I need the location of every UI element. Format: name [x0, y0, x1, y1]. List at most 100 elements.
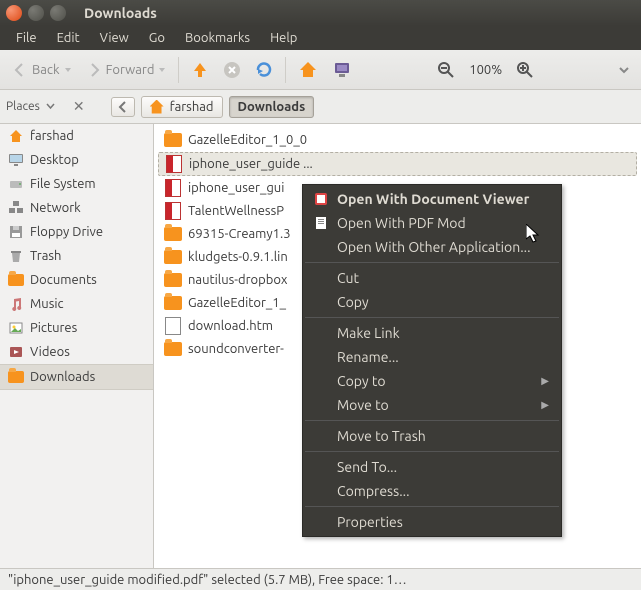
- chevron-down-icon[interactable]: [46, 102, 55, 111]
- path-back-button[interactable]: [111, 97, 135, 117]
- reload-button[interactable]: [249, 56, 279, 84]
- view-mode-dropdown[interactable]: [613, 60, 635, 80]
- toolbar-separator: [178, 57, 179, 83]
- up-button[interactable]: [185, 56, 215, 84]
- sidebar-item-downloads[interactable]: Downloads: [0, 364, 153, 390]
- pdf-icon: [164, 202, 182, 220]
- home-button[interactable]: [292, 55, 324, 85]
- stop-button[interactable]: [217, 56, 247, 84]
- ctx-make-link[interactable]: Make Link: [303, 321, 561, 345]
- sidebar-item-documents[interactable]: Documents: [0, 268, 153, 292]
- sidebar-item-desktop[interactable]: Desktop: [0, 148, 153, 172]
- ctx-send-to[interactable]: Send To...: [303, 455, 561, 479]
- ctx-move-to[interactable]: Move to▶: [303, 393, 561, 417]
- videos-icon: [8, 344, 24, 360]
- chevron-left-icon: [118, 101, 128, 113]
- sidebar-item-videos[interactable]: Videos: [0, 340, 153, 364]
- file-name-label: nautilus-dropbox: [188, 273, 287, 287]
- ctx-cut[interactable]: Cut: [303, 266, 561, 290]
- ctx-separator: [305, 451, 559, 452]
- menu-help[interactable]: Help: [260, 28, 307, 48]
- htm-icon: [164, 317, 182, 335]
- window-maximize-button[interactable]: [50, 5, 66, 21]
- folder-icon: [164, 271, 182, 289]
- menu-go[interactable]: Go: [139, 28, 175, 48]
- menu-bookmarks[interactable]: Bookmarks: [175, 28, 260, 48]
- file-name-label: GazelleEditor_1_: [188, 296, 286, 310]
- sidebar-item-label: Pictures: [30, 321, 77, 335]
- ctx-item-label: Open With Document Viewer: [337, 191, 529, 207]
- ctx-item-label: Compress...: [337, 483, 410, 499]
- sidebar-item-floppy-drive[interactable]: Floppy Drive: [0, 220, 153, 244]
- file-row[interactable]: GazelleEditor_1_0_0: [158, 129, 637, 151]
- sidebar-item-label: Videos: [30, 345, 70, 359]
- ctx-item-label: Properties: [337, 514, 403, 530]
- status-text: "iphone_user_guide modified.pdf" selecte…: [8, 573, 407, 587]
- sidebar-item-label: Desktop: [30, 153, 79, 167]
- back-button[interactable]: Back: [6, 57, 78, 83]
- file-name-label: soundconverter-: [188, 342, 284, 356]
- file-name-label: 69315-Creamy1.3: [188, 227, 291, 241]
- ctx-item-label: Open With PDF Mod: [337, 215, 466, 231]
- downloads-icon: [8, 369, 24, 385]
- sidebar-item-music[interactable]: Music: [0, 292, 153, 316]
- window-minimize-button[interactable]: [28, 5, 44, 21]
- ctx-item-label: Cut: [337, 270, 359, 286]
- ctx-open-with-document-viewer[interactable]: Open With Document Viewer: [303, 187, 561, 211]
- network-icon: [8, 200, 24, 216]
- ctx-copy[interactable]: Copy: [303, 290, 561, 314]
- path-current-label: Downloads: [238, 100, 306, 114]
- sidebar-item-label: farshad: [30, 129, 74, 143]
- pdf-icon: [165, 155, 183, 173]
- sidebar-item-farshad[interactable]: farshad: [0, 124, 153, 148]
- folder-icon: [164, 131, 182, 149]
- zoom-in-button[interactable]: [510, 56, 540, 84]
- menu-file[interactable]: File: [6, 28, 47, 48]
- ctx-move-to-trash[interactable]: Move to Trash: [303, 424, 561, 448]
- folder-icon: [164, 225, 182, 243]
- sidebar-item-label: Documents: [30, 273, 97, 287]
- ctx-copy-to[interactable]: Copy to▶: [303, 369, 561, 393]
- file-row[interactable]: iphone_user_guide ...: [158, 152, 637, 176]
- sidebar-item-label: Floppy Drive: [30, 225, 103, 239]
- home-icon: [298, 60, 318, 80]
- ctx-item-label: Open With Other Application...: [337, 239, 531, 255]
- zoom-in-icon: [516, 61, 534, 79]
- ctx-item-label: Copy: [337, 294, 369, 310]
- window-close-button[interactable]: [6, 5, 22, 21]
- sidebar-item-pictures[interactable]: Pictures: [0, 316, 153, 340]
- close-sidebar-button[interactable]: ✕: [73, 98, 85, 115]
- menu-view[interactable]: View: [90, 28, 139, 48]
- file-name-label: iphone_user_gui: [188, 181, 284, 195]
- window-title: Downloads: [84, 5, 157, 21]
- disk-icon: [8, 176, 24, 192]
- ctx-properties[interactable]: Properties: [303, 510, 561, 534]
- menubar: File Edit View Go Bookmarks Help: [0, 26, 641, 50]
- ctx-open-with-pdf-mod[interactable]: Open With PDF Mod: [303, 211, 561, 235]
- ctx-rename[interactable]: Rename...: [303, 345, 561, 369]
- sidebar-item-label: Music: [30, 297, 64, 311]
- sidebar-item-trash[interactable]: Trash: [0, 244, 153, 268]
- menu-edit[interactable]: Edit: [47, 28, 90, 48]
- toolbar-separator: [285, 57, 286, 83]
- ctx-compress[interactable]: Compress...: [303, 479, 561, 503]
- ctx-item-label: Move to: [337, 397, 389, 413]
- sidebar-item-network[interactable]: Network: [0, 196, 153, 220]
- zoom-out-button[interactable]: [431, 56, 461, 84]
- file-name-label: download.htm: [188, 319, 273, 333]
- back-label: Back: [32, 63, 60, 77]
- ctx-item-icon: [313, 192, 329, 206]
- sidebar-item-file-system[interactable]: File System: [0, 172, 153, 196]
- path-home-label: farshad: [170, 100, 214, 114]
- path-segment-current[interactable]: Downloads: [229, 96, 315, 118]
- path-segment-home[interactable]: farshad: [141, 96, 223, 118]
- sidebar-item-label: Trash: [30, 249, 61, 263]
- computer-button[interactable]: [326, 55, 358, 85]
- back-arrow-icon: [12, 62, 28, 78]
- pictures-icon: [8, 320, 24, 336]
- forward-button[interactable]: Forward: [80, 57, 173, 83]
- ctx-open-with-other-application[interactable]: Open With Other Application...: [303, 235, 561, 259]
- reload-icon: [255, 61, 273, 79]
- ctx-item-label: Make Link: [337, 325, 400, 341]
- toolbar: Back Forward 100%: [0, 50, 641, 90]
